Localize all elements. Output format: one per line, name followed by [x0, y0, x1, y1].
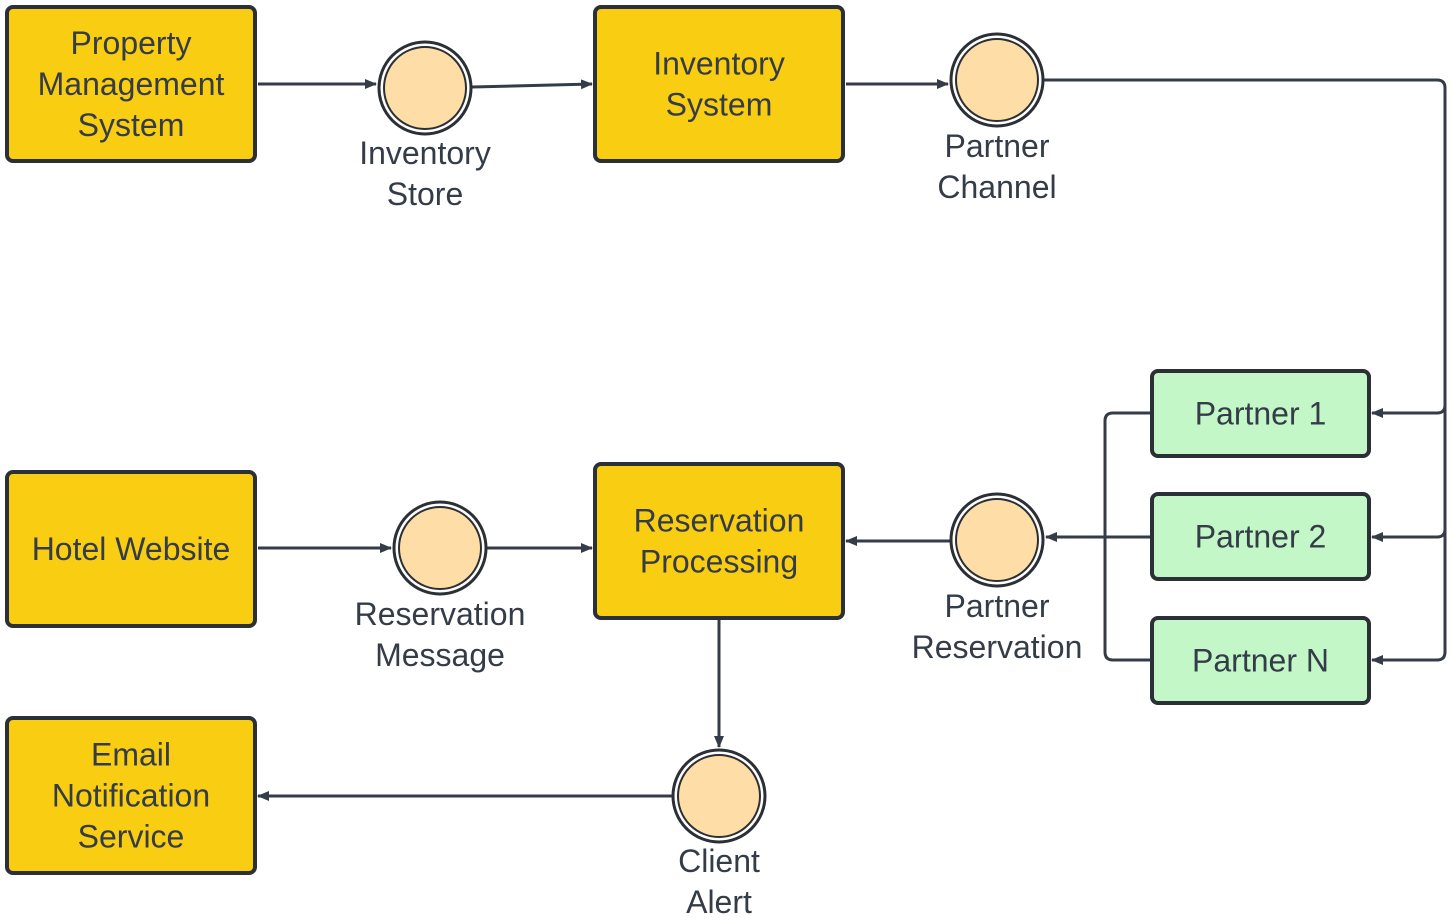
event-label: Message: [375, 637, 505, 673]
event-circle-inner: [398, 506, 482, 590]
event-label: Client: [678, 843, 760, 879]
node-partner1[interactable]: Partner 1: [1150, 369, 1371, 458]
architecture-diagram: Property Management System Inventory System H…: [5, 5, 1447, 920]
node-box: [593, 5, 845, 163]
node-label: Reservation: [634, 503, 805, 539]
event-partner-channel[interactable]: Partner Channel: [937, 32, 1057, 205]
node-label: Partner N: [1192, 643, 1329, 679]
node-label: Property: [71, 25, 192, 61]
event-label: Inventory: [359, 135, 491, 171]
node-email-service[interactable]: Email Notification Service: [5, 716, 257, 875]
node-inventory-system[interactable]: Inventory System: [593, 5, 845, 163]
edge-to-partner2: [1371, 528, 1447, 542]
node-label: Service: [78, 819, 185, 855]
node-label: Partner 2: [1195, 519, 1327, 555]
node-label: Management: [38, 66, 225, 102]
event-label: Reservation: [912, 629, 1083, 665]
node-label: Email: [91, 737, 171, 773]
event-label: Store: [387, 176, 463, 212]
node-label: Hotel Website: [32, 531, 231, 567]
event-circle-inner: [677, 754, 761, 838]
event-label: Channel: [937, 169, 1056, 205]
edge-to-partner1: [1371, 404, 1447, 418]
event-label: Reservation: [355, 596, 526, 632]
event-label: Partner: [945, 128, 1050, 164]
node-box: [593, 462, 845, 620]
event-label: Partner: [945, 588, 1050, 624]
event-circle-inner: [955, 498, 1039, 582]
node-label: System: [666, 87, 773, 123]
event-inventory-store[interactable]: Inventory Store: [359, 40, 491, 212]
event-partner-reservation[interactable]: Partner Reservation: [912, 492, 1083, 665]
node-partnerN[interactable]: Partner N: [1150, 616, 1371, 705]
event-circle-inner: [955, 38, 1039, 122]
edge-inventory-store-to-inventory-system: [471, 79, 593, 90]
node-label: System: [78, 107, 185, 143]
node-hotel-website[interactable]: Hotel Website: [5, 470, 257, 628]
event-client-alert[interactable]: Client Alert: [671, 748, 767, 920]
node-reservation-processing[interactable]: Reservation Processing: [593, 462, 845, 620]
node-pms[interactable]: Property Management System: [5, 5, 257, 163]
node-label: Partner 1: [1195, 396, 1327, 432]
node-partner2[interactable]: Partner 2: [1150, 492, 1371, 581]
node-label: Inventory: [653, 46, 785, 82]
node-label: Processing: [640, 544, 798, 580]
node-label: Notification: [52, 778, 210, 814]
event-circle-inner: [383, 46, 467, 130]
event-reservation-message[interactable]: Reservation Message: [355, 500, 526, 673]
event-label: Alert: [686, 884, 752, 919]
